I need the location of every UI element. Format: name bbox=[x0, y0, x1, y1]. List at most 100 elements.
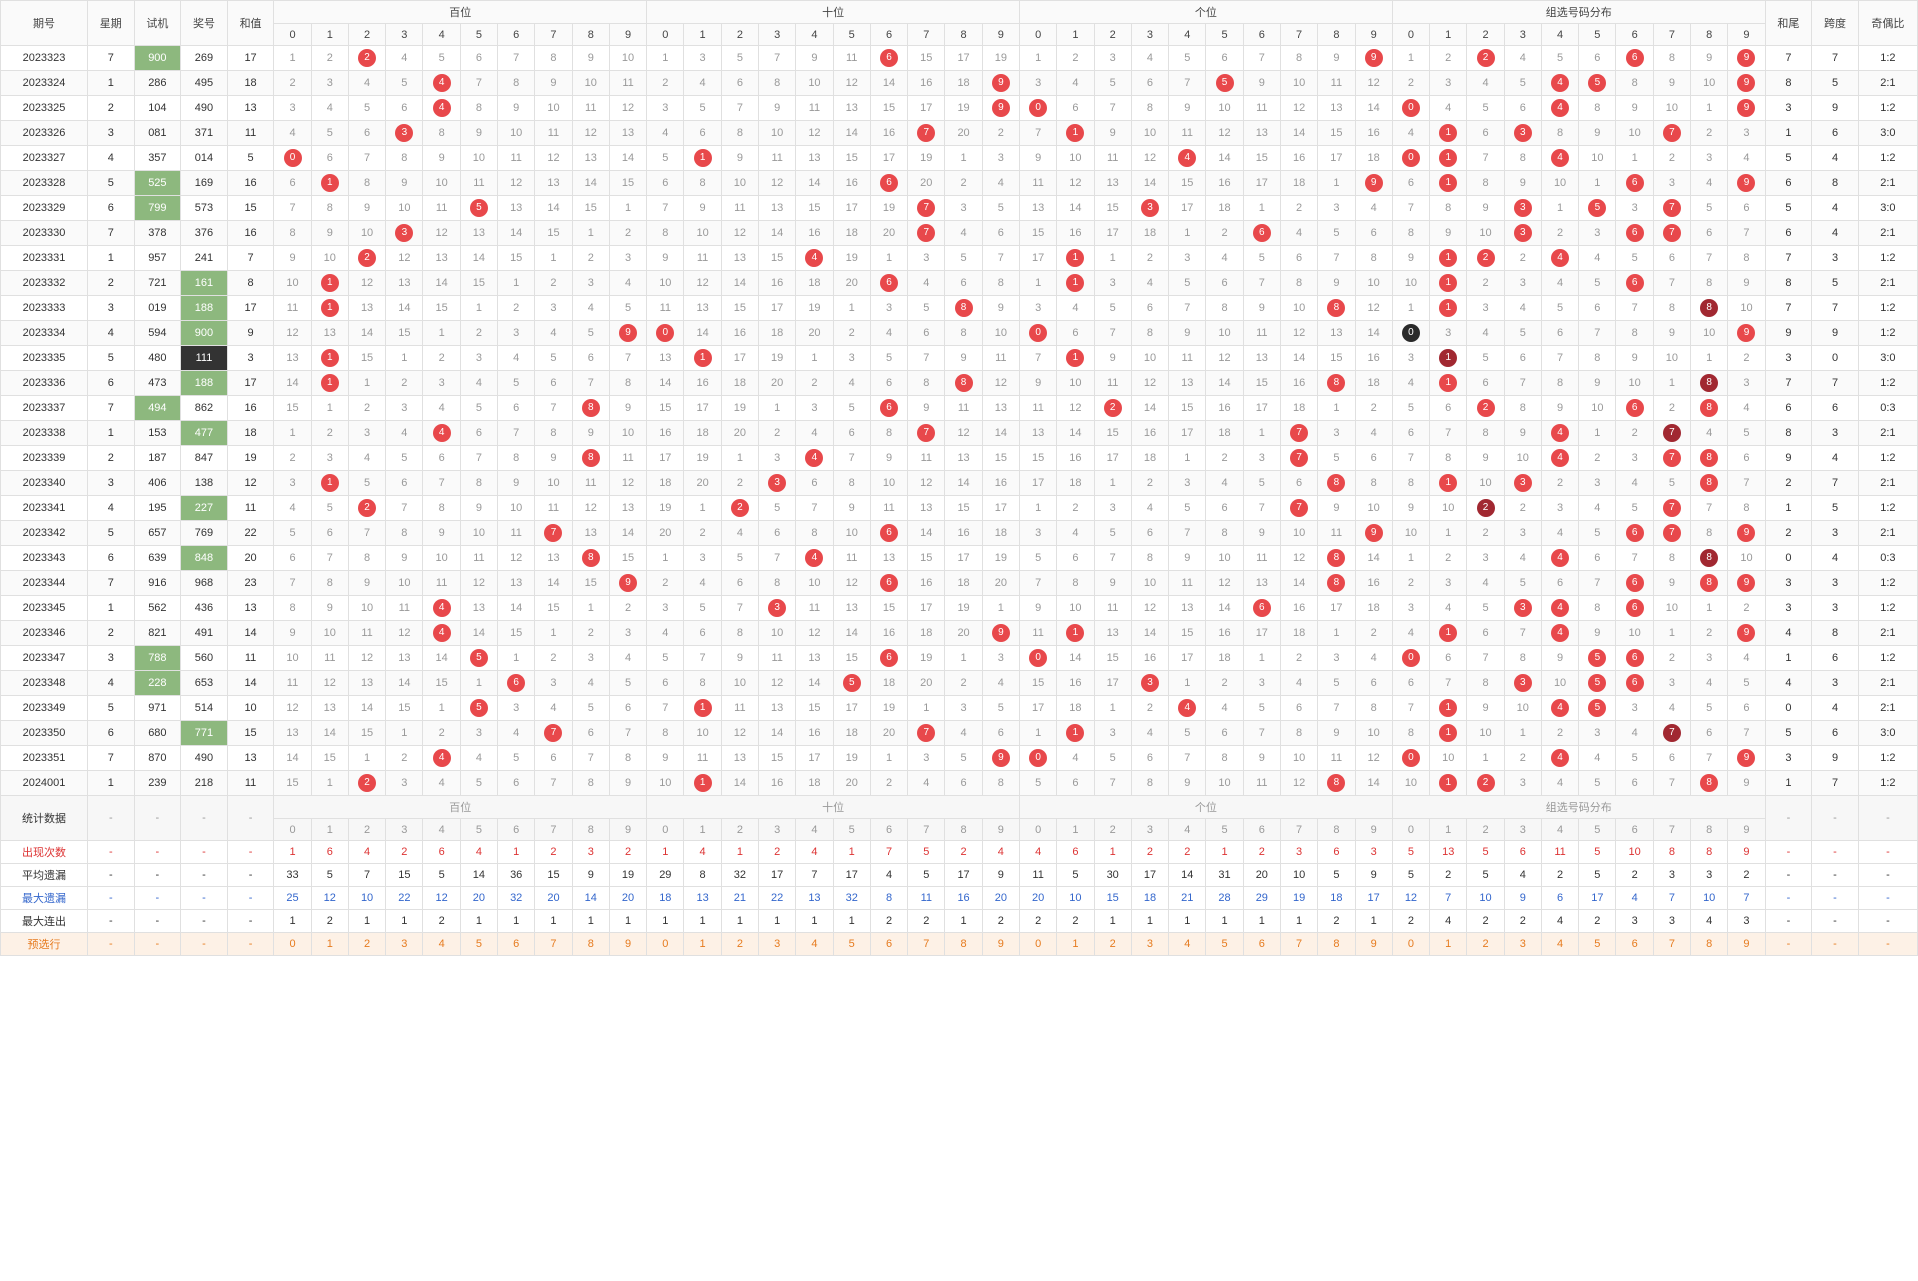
preselect-digit[interactable]: 7 bbox=[1280, 933, 1317, 956]
preselect-digit[interactable]: 6 bbox=[1243, 933, 1280, 956]
shiji-cell: 104 bbox=[134, 96, 181, 121]
preselect-digit[interactable]: 9 bbox=[609, 933, 646, 956]
ball-7: 7 bbox=[917, 724, 935, 742]
ball-1: 1 bbox=[694, 149, 712, 167]
week-cell: 6 bbox=[87, 371, 134, 396]
week-cell: 5 bbox=[87, 521, 134, 546]
period-cell: 2023336 bbox=[1, 371, 88, 396]
ball-7: 7 bbox=[544, 724, 562, 742]
ball-8: 8 bbox=[1327, 774, 1345, 792]
shiji-cell: 473 bbox=[134, 371, 181, 396]
preselect-digit[interactable]: 2 bbox=[1467, 933, 1504, 956]
preselect-digit[interactable]: 5 bbox=[833, 933, 870, 956]
preselect-digit[interactable]: 5 bbox=[460, 933, 497, 956]
preselect-digit[interactable]: 2 bbox=[721, 933, 758, 956]
period-cell: 2023342 bbox=[1, 521, 88, 546]
preselect-digit[interactable]: 7 bbox=[908, 933, 945, 956]
data-row: 2023326308137111456389101112134681012141… bbox=[1, 121, 1918, 146]
ball-8: 8 bbox=[582, 549, 600, 567]
preselect-digit[interactable]: 8 bbox=[1691, 933, 1728, 956]
kd-cell: 6 bbox=[1812, 721, 1859, 746]
period-cell: 2023332 bbox=[1, 271, 88, 296]
digit-header-4: 4 bbox=[423, 24, 460, 46]
preselect-digit[interactable]: 5 bbox=[1579, 933, 1616, 956]
preselect-digit[interactable]: 4 bbox=[423, 933, 460, 956]
digit-header-3: 3 bbox=[759, 24, 796, 46]
ball-9: 9 bbox=[992, 624, 1010, 642]
stat-label: 最大遗漏 bbox=[1, 887, 88, 910]
digit-header-2: 2 bbox=[1467, 24, 1504, 46]
ball-1: 1 bbox=[1439, 474, 1457, 492]
preselect-digit[interactable]: 1 bbox=[1430, 933, 1467, 956]
preselect-digit[interactable]: 7 bbox=[1653, 933, 1690, 956]
col-period[interactable]: 期号 bbox=[1, 1, 88, 46]
ball-1: 1 bbox=[1439, 174, 1457, 192]
period-cell: 2023329 bbox=[1, 196, 88, 221]
preselect-digit[interactable]: 9 bbox=[1355, 933, 1392, 956]
preselect-digit[interactable]: 8 bbox=[572, 933, 609, 956]
stat-row-平均遗漏: 平均遗漏----33571551436159192983217717451791… bbox=[1, 864, 1918, 887]
ball-4: 4 bbox=[805, 549, 823, 567]
preselect-digit[interactable]: 6 bbox=[498, 933, 535, 956]
hw-cell: 0 bbox=[1765, 696, 1812, 721]
preselect-digit[interactable]: 0 bbox=[1392, 933, 1429, 956]
jianghao-cell: 218 bbox=[181, 771, 228, 796]
ball-6: 6 bbox=[880, 649, 898, 667]
preselect-digit[interactable]: 6 bbox=[870, 933, 907, 956]
digit-header-5: 5 bbox=[1206, 24, 1243, 46]
ball-1: 1 bbox=[1439, 349, 1457, 367]
week-cell: 1 bbox=[87, 596, 134, 621]
hezhi-cell: 18 bbox=[227, 71, 274, 96]
preselect-digit[interactable]: 7 bbox=[535, 933, 572, 956]
jo-cell: 1:2 bbox=[1858, 371, 1917, 396]
preselect-digit[interactable]: 0 bbox=[1019, 933, 1056, 956]
preselect-digit[interactable]: 8 bbox=[945, 933, 982, 956]
kd-cell: 6 bbox=[1812, 396, 1859, 421]
preselect-digit[interactable]: 3 bbox=[759, 933, 796, 956]
stats-group-gewei: 个位 bbox=[1019, 796, 1392, 819]
preselect-digit[interactable]: 4 bbox=[796, 933, 833, 956]
shiji-cell: 406 bbox=[134, 471, 181, 496]
jianghao-cell: 560 bbox=[181, 646, 228, 671]
preselect-digit[interactable]: 2 bbox=[1094, 933, 1131, 956]
preselect-digit[interactable]: 9 bbox=[982, 933, 1019, 956]
shiji-cell: 957 bbox=[134, 246, 181, 271]
hw-cell: 3 bbox=[1765, 596, 1812, 621]
data-row: 2023332272116181011213141512341012141618… bbox=[1, 271, 1918, 296]
preselect-digit[interactable]: 1 bbox=[311, 933, 348, 956]
kd-cell: 7 bbox=[1812, 296, 1859, 321]
week-cell: 5 bbox=[87, 171, 134, 196]
week-cell: 2 bbox=[87, 96, 134, 121]
ball-3: 3 bbox=[1514, 674, 1532, 692]
preselect-digit[interactable]: 0 bbox=[274, 933, 311, 956]
week-cell: 6 bbox=[87, 196, 134, 221]
preselect-digit[interactable]: 0 bbox=[647, 933, 684, 956]
preselect-digit[interactable]: 9 bbox=[1728, 933, 1765, 956]
ball-9: 9 bbox=[619, 574, 637, 592]
group-shiwei: 十位 bbox=[647, 1, 1020, 24]
preselect-digit[interactable]: 5 bbox=[1206, 933, 1243, 956]
ball-5: 5 bbox=[470, 199, 488, 217]
stats-group-shiwei: 十位 bbox=[647, 796, 1020, 819]
preselect-digit[interactable]: 6 bbox=[1616, 933, 1653, 956]
preselect-digit[interactable]: 1 bbox=[1057, 933, 1094, 956]
ball-3: 3 bbox=[395, 224, 413, 242]
hezhi-cell: 14 bbox=[227, 621, 274, 646]
preselect-digit[interactable]: 8 bbox=[1318, 933, 1355, 956]
preselect-digit[interactable]: 3 bbox=[1504, 933, 1541, 956]
preselect-digit[interactable]: 4 bbox=[1169, 933, 1206, 956]
digit-header-7: 7 bbox=[1653, 24, 1690, 46]
period-cell: 2023327 bbox=[1, 146, 88, 171]
ball-1: 1 bbox=[1439, 774, 1457, 792]
preselect-digit[interactable]: 3 bbox=[1131, 933, 1168, 956]
jo-cell: 1:2 bbox=[1858, 771, 1917, 796]
data-row: 2023341419522711452789101112131912579111… bbox=[1, 496, 1918, 521]
ball-2: 2 bbox=[1104, 399, 1122, 417]
preselect-digit[interactable]: 4 bbox=[1541, 933, 1578, 956]
preselect-digit[interactable]: 3 bbox=[386, 933, 423, 956]
kd-cell: 5 bbox=[1812, 496, 1859, 521]
ball-3: 3 bbox=[1514, 199, 1532, 217]
jo-cell: 1:2 bbox=[1858, 746, 1917, 771]
preselect-digit[interactable]: 2 bbox=[348, 933, 385, 956]
preselect-digit[interactable]: 1 bbox=[684, 933, 721, 956]
